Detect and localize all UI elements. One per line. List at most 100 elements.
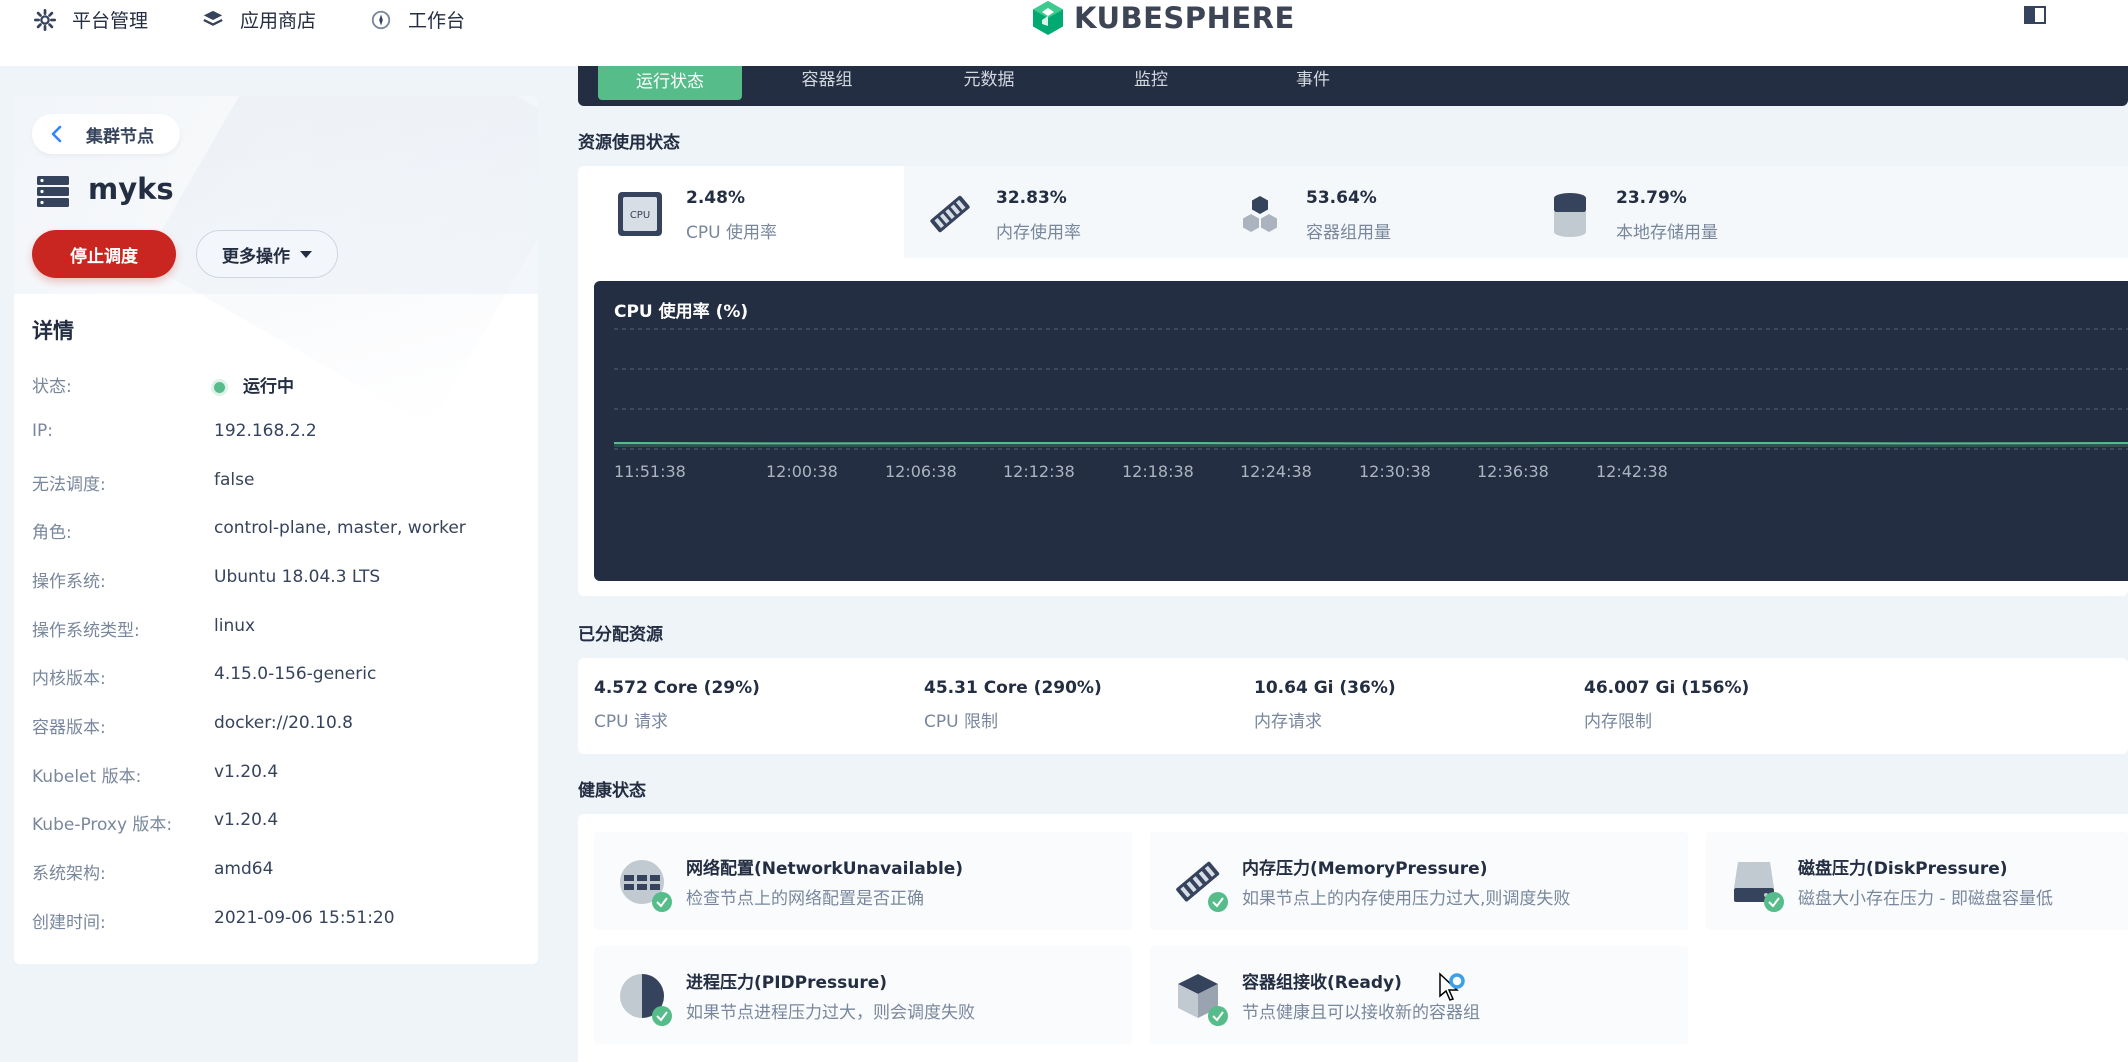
layout-toggle-icon[interactable] xyxy=(2024,6,2046,24)
detail-value: v1.20.4 xyxy=(214,762,279,782)
status-text: 运行中 xyxy=(243,377,294,397)
usage-label: 本地存储用量 xyxy=(1616,223,1718,243)
health-title: 容器组接收(Ready) xyxy=(1242,973,1402,993)
detail-label: 容器版本: xyxy=(32,718,106,738)
chart-x-tick-label: 12:00:38 xyxy=(766,462,838,481)
health-item-pid: 进程压力(PIDPressure) 如果节点进程压力过大，则会调度失败 xyxy=(594,946,1132,1044)
tab-events[interactable]: 事件 xyxy=(1248,66,1378,96)
usage-item-storage[interactable]: 23.79% 本地存储用量 xyxy=(1524,166,1834,258)
tab-pods[interactable]: 容器组 xyxy=(762,66,892,96)
detail-label: 创建时间: xyxy=(32,913,106,933)
alloc-label: 内存请求 xyxy=(1254,712,1322,732)
nav-workbench-label: 工作台 xyxy=(408,10,466,32)
health-desc: 如果节点进程压力过大，则会调度失败 xyxy=(686,1003,975,1023)
check-circle-icon xyxy=(1208,1006,1228,1026)
detail-row-kube-proxy: Kube-Proxy 版本: v1.20.4 xyxy=(32,806,532,836)
detail-value: 4.15.0-156-generic xyxy=(214,664,377,684)
alloc-value: 10.64 Gi (36%) xyxy=(1254,678,1396,698)
usage-value: 53.64% xyxy=(1306,188,1377,208)
usage-value: 32.83% xyxy=(996,188,1067,208)
tab-metadata[interactable]: 元数据 xyxy=(924,66,1054,96)
health-status-card: 网络配置(NetworkUnavailable) 检查节点上的网络配置是否正确 … xyxy=(578,814,2128,1062)
detail-row-os-type: 操作系统类型: linux xyxy=(32,612,532,642)
health-status-title: 健康状态 xyxy=(578,781,646,801)
nav-platform-management[interactable]: 平台管理 xyxy=(34,6,148,33)
server-node-icon xyxy=(37,176,69,207)
alloc-value: 4.572 Core (29%) xyxy=(594,678,760,698)
nav-workbench[interactable]: 工作台 xyxy=(370,6,465,33)
detail-label: 操作系统类型: xyxy=(32,621,140,641)
chart-x-tick-label: 11:51:38 xyxy=(614,462,686,481)
detail-value: linux xyxy=(214,616,256,636)
caret-down-icon xyxy=(300,250,312,258)
alloc-item-cpu-request: 4.572 Core (29%) CPU 请求 xyxy=(594,678,760,732)
detail-label: 系统架构: xyxy=(32,864,106,884)
allocated-resources-title: 已分配资源 xyxy=(578,625,663,645)
detail-value: 运行中 xyxy=(214,372,294,397)
detail-label: Kube-Proxy 版本: xyxy=(32,815,173,835)
alloc-item-cpu-limit: 45.31 Core (290%) CPU 限制 xyxy=(924,678,1102,732)
stop-scheduling-button[interactable]: 停止调度 xyxy=(32,230,176,278)
detail-value: docker://20.10.8 xyxy=(214,713,353,733)
usage-item-pods[interactable]: 53.64% 容器组用量 xyxy=(1214,166,1524,258)
detail-row-unschedulable: 无法调度: false xyxy=(32,466,532,496)
usage-item-cpu[interactable]: CPU 2.48% CPU 使用率 xyxy=(594,166,904,258)
usage-item-memory[interactable]: 32.83% 内存使用率 xyxy=(904,166,1214,258)
more-actions-button[interactable]: 更多操作 xyxy=(196,230,338,278)
health-item-disk: 磁盘压力(DiskPressure) 磁盘大小存在压力 - 即磁盘容量低 xyxy=(1706,832,2128,930)
storage-icon xyxy=(1554,193,1586,237)
tab-running-status[interactable]: 运行状态 xyxy=(598,66,742,100)
health-title: 内存压力(MemoryPressure) xyxy=(1242,859,1488,879)
compass-icon xyxy=(371,10,391,29)
alloc-item-memory-limit: 46.007 Gi (156%) 内存限制 xyxy=(1584,678,1749,732)
chart-x-tick-label: 12:30:38 xyxy=(1359,462,1431,481)
detail-row-container-runtime: 容器版本: docker://20.10.8 xyxy=(32,709,532,739)
detail-value: 192.168.2.2 xyxy=(214,421,317,441)
detail-row-status: 状态: 运行中 xyxy=(32,368,532,398)
detail-label: 状态: xyxy=(32,377,72,397)
health-item-memory: 内存压力(MemoryPressure) 如果节点上的内存使用压力过大,则调度失… xyxy=(1150,832,1688,930)
svg-text:CPU: CPU xyxy=(630,210,650,221)
detail-label: 内核版本: xyxy=(32,669,106,689)
back-to-cluster-nodes-button[interactable]: 集群节点 xyxy=(32,114,180,154)
health-title: 进程压力(PIDPressure) xyxy=(686,973,888,993)
chart-x-tick-label: 12:24:38 xyxy=(1240,462,1312,481)
memory-icon xyxy=(930,195,970,233)
node-name: myks xyxy=(88,172,174,206)
status-dot-icon xyxy=(214,381,225,393)
detail-row-kernel: 内核版本: 4.15.0-156-generic xyxy=(32,660,532,690)
check-circle-icon xyxy=(1208,892,1228,912)
chart-x-tick-label: 12:12:38 xyxy=(1003,462,1075,481)
detail-label: IP: xyxy=(32,421,53,441)
pods-icon xyxy=(1243,196,1277,232)
cpu-usage-chart: CPU 使用率 (%) 11:51:38 12:00:38 12:06:38 12:1… xyxy=(594,281,2128,581)
detail-value: amd64 xyxy=(214,859,274,879)
alloc-value: 46.007 Gi (156%) xyxy=(1584,678,1750,698)
kubesphere-logo[interactable]: KUBESPHERE xyxy=(1030,0,1295,36)
allocated-resources-card: 4.572 Core (29%) CPU 请求 45.31 Core (290%… xyxy=(578,658,2128,754)
alloc-item-memory-request: 10.64 Gi (36%) 内存请求 xyxy=(1254,678,1396,732)
health-title: 网络配置(NetworkUnavailable) xyxy=(686,859,964,879)
node-detail-panel: 集群节点 myks 停止调度 更多操作 详情 状态: 运行中 IP: 192.1… xyxy=(14,96,538,964)
detail-row-role: 角色: control-plane, master, worker xyxy=(32,514,532,544)
nav-app-store[interactable]: 应用商店 xyxy=(202,6,316,33)
detail-row-kubelet: Kubelet 版本: v1.20.4 xyxy=(32,758,532,788)
chart-x-tick-label: 12:18:38 xyxy=(1122,462,1194,481)
detail-value: false xyxy=(214,470,255,490)
usage-value: 23.79% xyxy=(1616,188,1687,208)
resource-usage-title: 资源使用状态 xyxy=(578,133,680,153)
alloc-label: 内存限制 xyxy=(1584,712,1652,732)
health-desc: 磁盘大小存在压力 - 即磁盘容量低 xyxy=(1798,889,2053,909)
detail-label: Kubelet 版本: xyxy=(32,767,142,787)
gear-icon xyxy=(34,8,56,31)
health-item-network: 网络配置(NetworkUnavailable) 检查节点上的网络配置是否正确 xyxy=(594,832,1132,930)
detail-value: v1.20.4 xyxy=(214,810,279,830)
detail-value: Ubuntu 18.04.3 LTS xyxy=(214,567,381,587)
detail-label: 操作系统: xyxy=(32,572,106,592)
details-title: 详情 xyxy=(32,319,74,343)
usage-label: 容器组用量 xyxy=(1306,223,1391,243)
detail-value: control-plane, master, worker xyxy=(214,518,466,538)
health-title: 磁盘压力(DiskPressure) xyxy=(1798,859,2008,879)
check-circle-icon xyxy=(1764,892,1784,912)
tab-monitoring[interactable]: 监控 xyxy=(1086,66,1216,96)
